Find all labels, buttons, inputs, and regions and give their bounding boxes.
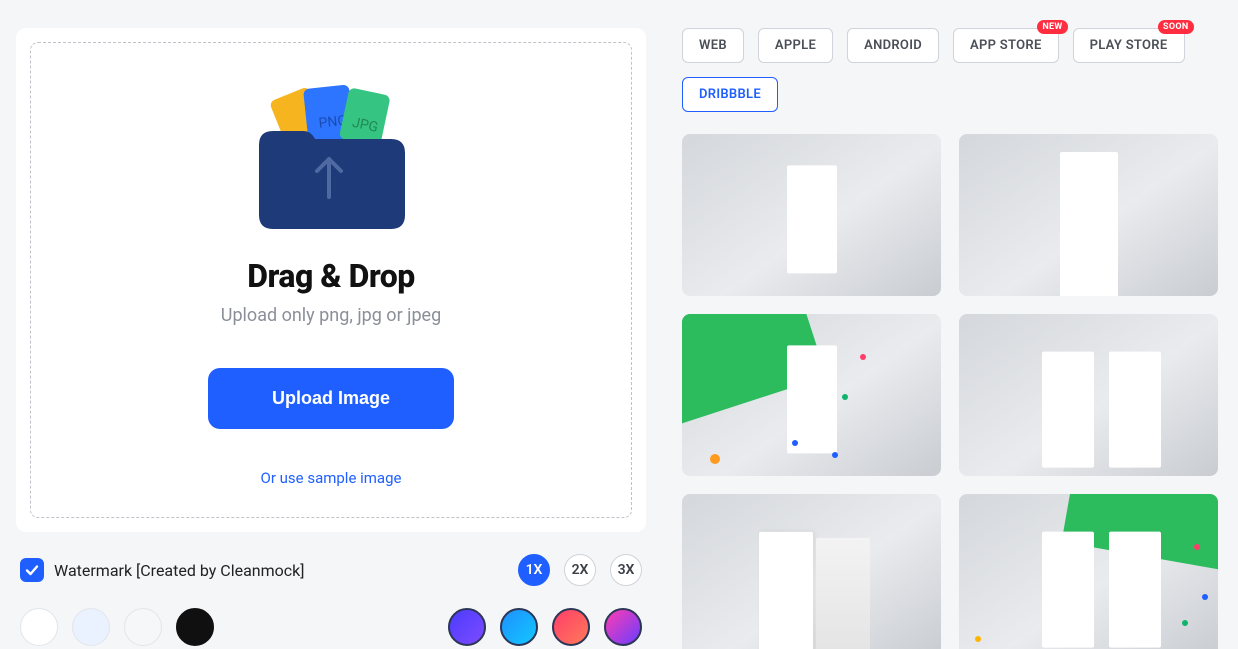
tab-apple[interactable]: APPLE	[758, 28, 833, 63]
template-1[interactable]	[682, 134, 941, 296]
badge-soon: SOON	[1158, 20, 1194, 34]
template-grid	[682, 134, 1218, 649]
tab-web[interactable]: WEB	[682, 28, 744, 63]
tab-android[interactable]: ANDROID	[847, 28, 939, 63]
dropzone-title: Drag & Drop	[247, 257, 415, 295]
zoom-3x[interactable]: 3X	[610, 554, 642, 586]
gradient-swatches	[448, 608, 642, 646]
template-5[interactable]	[682, 494, 941, 649]
upload-image-button[interactable]: Upload Image	[208, 368, 454, 429]
zoom-group: 1X 2X 3X	[518, 554, 642, 586]
category-tabs: WEB APPLE ANDROID APP STORE NEW PLAY STO…	[682, 28, 1218, 112]
watermark-checkbox[interactable]	[20, 558, 44, 582]
bg-color-swatches	[20, 608, 214, 646]
tab-dribbble[interactable]: DRIBBBLE	[682, 77, 778, 112]
template-2[interactable]	[959, 134, 1218, 296]
swatch-grad-pink[interactable]	[552, 608, 590, 646]
swatch-grad-purple[interactable]	[448, 608, 486, 646]
badge-new: NEW	[1037, 20, 1067, 34]
swatch-lightblue[interactable]	[72, 608, 110, 646]
tab-appstore[interactable]: APP STORE NEW	[953, 28, 1059, 63]
zoom-1x[interactable]: 1X	[518, 554, 550, 586]
upload-panel: PNG JPG Drag & Drop Upload	[16, 28, 646, 532]
swatch-black[interactable]	[176, 608, 214, 646]
use-sample-link[interactable]: Or use sample image	[261, 469, 402, 487]
template-6[interactable]	[959, 494, 1218, 649]
swatch-white[interactable]	[20, 608, 58, 646]
swatch-grad-blue[interactable]	[500, 608, 538, 646]
tab-playstore-label: PLAY STORE	[1090, 38, 1168, 53]
template-4[interactable]	[959, 314, 1218, 476]
folder-upload-icon: PNG JPG	[251, 85, 411, 235]
dropzone-subtitle: Upload only png, jpg or jpeg	[221, 305, 441, 326]
zoom-2x[interactable]: 2X	[564, 554, 596, 586]
tab-playstore[interactable]: PLAY STORE SOON	[1073, 28, 1185, 63]
dropzone[interactable]: PNG JPG Drag & Drop Upload	[30, 42, 632, 518]
swatch-grad-magenta[interactable]	[604, 608, 642, 646]
watermark-label: Watermark [Created by Cleanmock]	[54, 561, 305, 580]
tab-appstore-label: APP STORE	[970, 38, 1042, 53]
template-3[interactable]	[682, 314, 941, 476]
swatch-offwhite[interactable]	[124, 608, 162, 646]
